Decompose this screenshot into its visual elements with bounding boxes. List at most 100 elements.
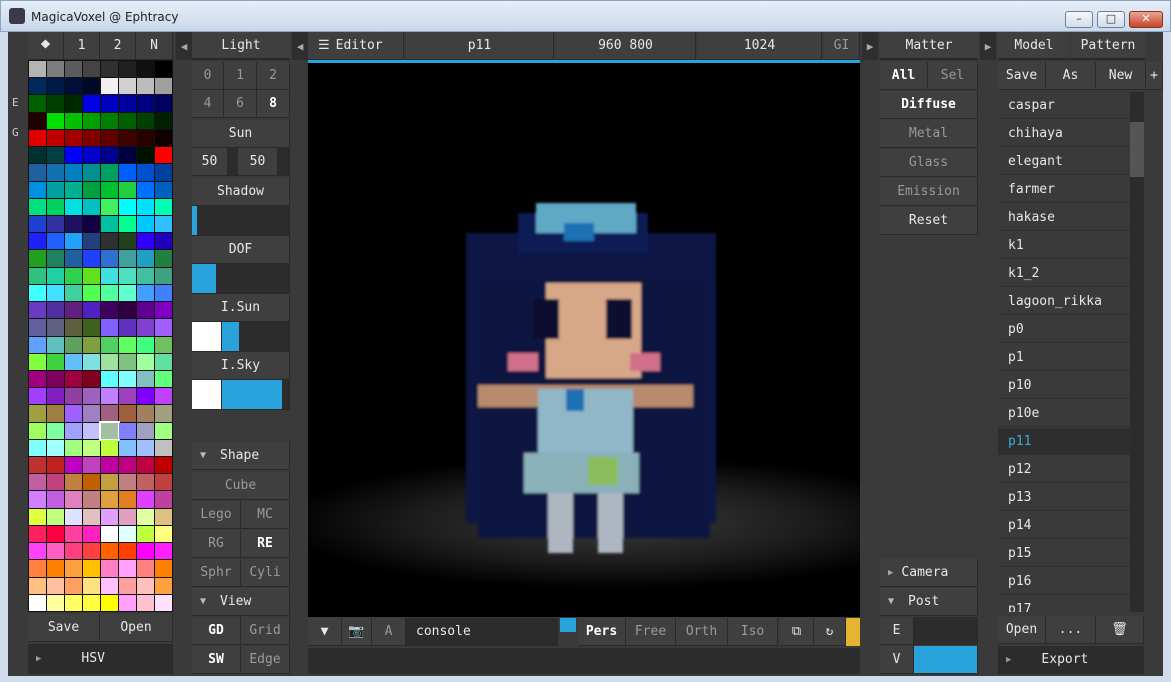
palette-swatch[interactable] [101,370,118,388]
palette-swatch[interactable] [83,250,100,267]
palette-swatch[interactable] [101,543,118,560]
model-list-item[interactable]: p1 [998,344,1130,371]
view-edge-button[interactable]: Edge [241,646,290,674]
light-opt-0[interactable]: 0 [192,62,224,90]
palette-swatch[interactable] [119,129,136,147]
matter-all-tab[interactable]: All [880,62,928,90]
palette-swatch[interactable] [29,594,46,611]
model-open-button[interactable]: Open [998,616,1046,644]
palette-swatch[interactable] [29,353,46,370]
palette-swatch[interactable] [137,474,154,491]
export-toggle[interactable]: ▶ Export [998,646,1144,674]
palette-swatch[interactable] [119,474,136,491]
dropdown-arrow-icon[interactable]: ▼ [308,618,342,646]
palette-swatch[interactable] [155,267,172,284]
palette-swatch[interactable] [155,370,172,388]
model-add-icon[interactable]: + [1146,62,1163,90]
palette-swatch[interactable] [119,405,136,422]
model-list-item[interactable]: p0 [998,316,1130,343]
palette-swatch-selected[interactable] [99,420,120,441]
palette-swatch[interactable] [155,525,172,543]
color-palette-grid[interactable] [28,60,173,612]
palette-swatch[interactable] [47,370,64,388]
material-diffuse[interactable]: Diffuse [880,91,978,119]
palette-swatch[interactable] [137,353,154,370]
palette-swatch[interactable] [47,405,64,422]
light-opt-1[interactable]: 1 [224,62,257,90]
palette-swatch[interactable] [47,560,64,577]
light-opt-8[interactable]: 8 [257,90,290,118]
palette-swatch[interactable] [83,267,100,284]
palette-swatch[interactable] [29,319,46,336]
model-list-item[interactable]: p16 [998,568,1130,595]
dof-slider[interactable] [192,264,290,294]
minimize-button[interactable]: – [1065,11,1093,28]
model-list-item[interactable]: p10 [998,372,1130,399]
camera-section[interactable]: ▶ Camera [880,559,978,587]
palette-swatch[interactable] [47,95,64,112]
shape-re-button[interactable]: RE [241,530,290,558]
palette-open-button[interactable]: Open [100,614,173,642]
palette-swatch[interactable] [119,147,136,164]
palette-swatch[interactable] [119,233,136,250]
palette-swatch[interactable] [47,129,64,147]
palette-swatch[interactable] [119,95,136,112]
palette-swatch[interactable] [83,147,100,164]
palette-swatch[interactable] [65,302,82,319]
palette-swatch[interactable] [137,112,154,129]
shape-lego-button[interactable]: Lego [192,501,241,529]
shape-cyli-button[interactable]: Cyli [241,559,290,587]
palette-swatch[interactable] [29,267,46,284]
palette-swatch[interactable] [155,319,172,336]
palette-swatch[interactable] [101,319,118,336]
palette-tab-1[interactable]: 1 [64,32,100,60]
palette-swatch[interactable] [47,215,64,233]
palette-swatch[interactable] [83,129,100,147]
post-v-button[interactable]: V [880,646,914,674]
palette-swatch[interactable] [101,129,118,147]
palette-swatch[interactable] [101,388,118,405]
palette-swatch[interactable] [47,491,64,508]
matter-reset-button[interactable]: Reset [880,207,978,235]
palette-swatch[interactable] [119,388,136,405]
palette-swatch[interactable] [155,457,172,474]
orth-view-button[interactable]: Orth [676,618,728,646]
model-list-scrollbar[interactable] [1130,92,1144,612]
palette-swatch[interactable] [119,594,136,611]
palette-swatch[interactable] [155,181,172,198]
palette-swatch[interactable] [83,336,100,353]
model-list-item[interactable]: p11 [998,428,1130,455]
palette-swatch[interactable] [137,233,154,250]
palette-swatch[interactable] [101,577,118,594]
palette-swatch[interactable] [47,439,64,457]
palette-swatch[interactable] [83,198,100,215]
palette-swatch[interactable] [47,61,64,78]
palette-swatch[interactable] [47,78,64,95]
palette-swatch[interactable] [29,95,46,112]
model-more-button[interactable]: ... [1046,616,1096,644]
palette-swatch[interactable] [101,439,118,457]
palette-swatch[interactable] [65,319,82,336]
palette-swatch[interactable] [137,267,154,284]
scrollbar-thumb[interactable] [1130,122,1144,177]
palette-swatch[interactable] [155,543,172,560]
palette-swatch[interactable] [83,284,100,302]
palette-swatch[interactable] [65,439,82,457]
palette-swatch[interactable] [137,302,154,319]
isky-slider[interactable] [222,380,290,410]
palette-swatch[interactable] [29,560,46,577]
palette-swatch[interactable] [101,336,118,353]
camera-screenshot-icon[interactable]: 📷 [342,618,372,646]
shape-header[interactable]: ▼ Shape [192,442,290,470]
palette-swatch[interactable] [137,491,154,508]
palette-swatch[interactable] [65,95,82,112]
palette-swatch[interactable] [137,525,154,543]
palette-swatch[interactable] [29,233,46,250]
palette-swatch[interactable] [29,147,46,164]
palette-swatch[interactable] [83,543,100,560]
palette-swatch[interactable] [47,336,64,353]
palette-swatch[interactable] [29,370,46,388]
palette-swatch[interactable] [65,370,82,388]
palette-swatch[interactable] [137,457,154,474]
palette-swatch[interactable] [83,525,100,543]
